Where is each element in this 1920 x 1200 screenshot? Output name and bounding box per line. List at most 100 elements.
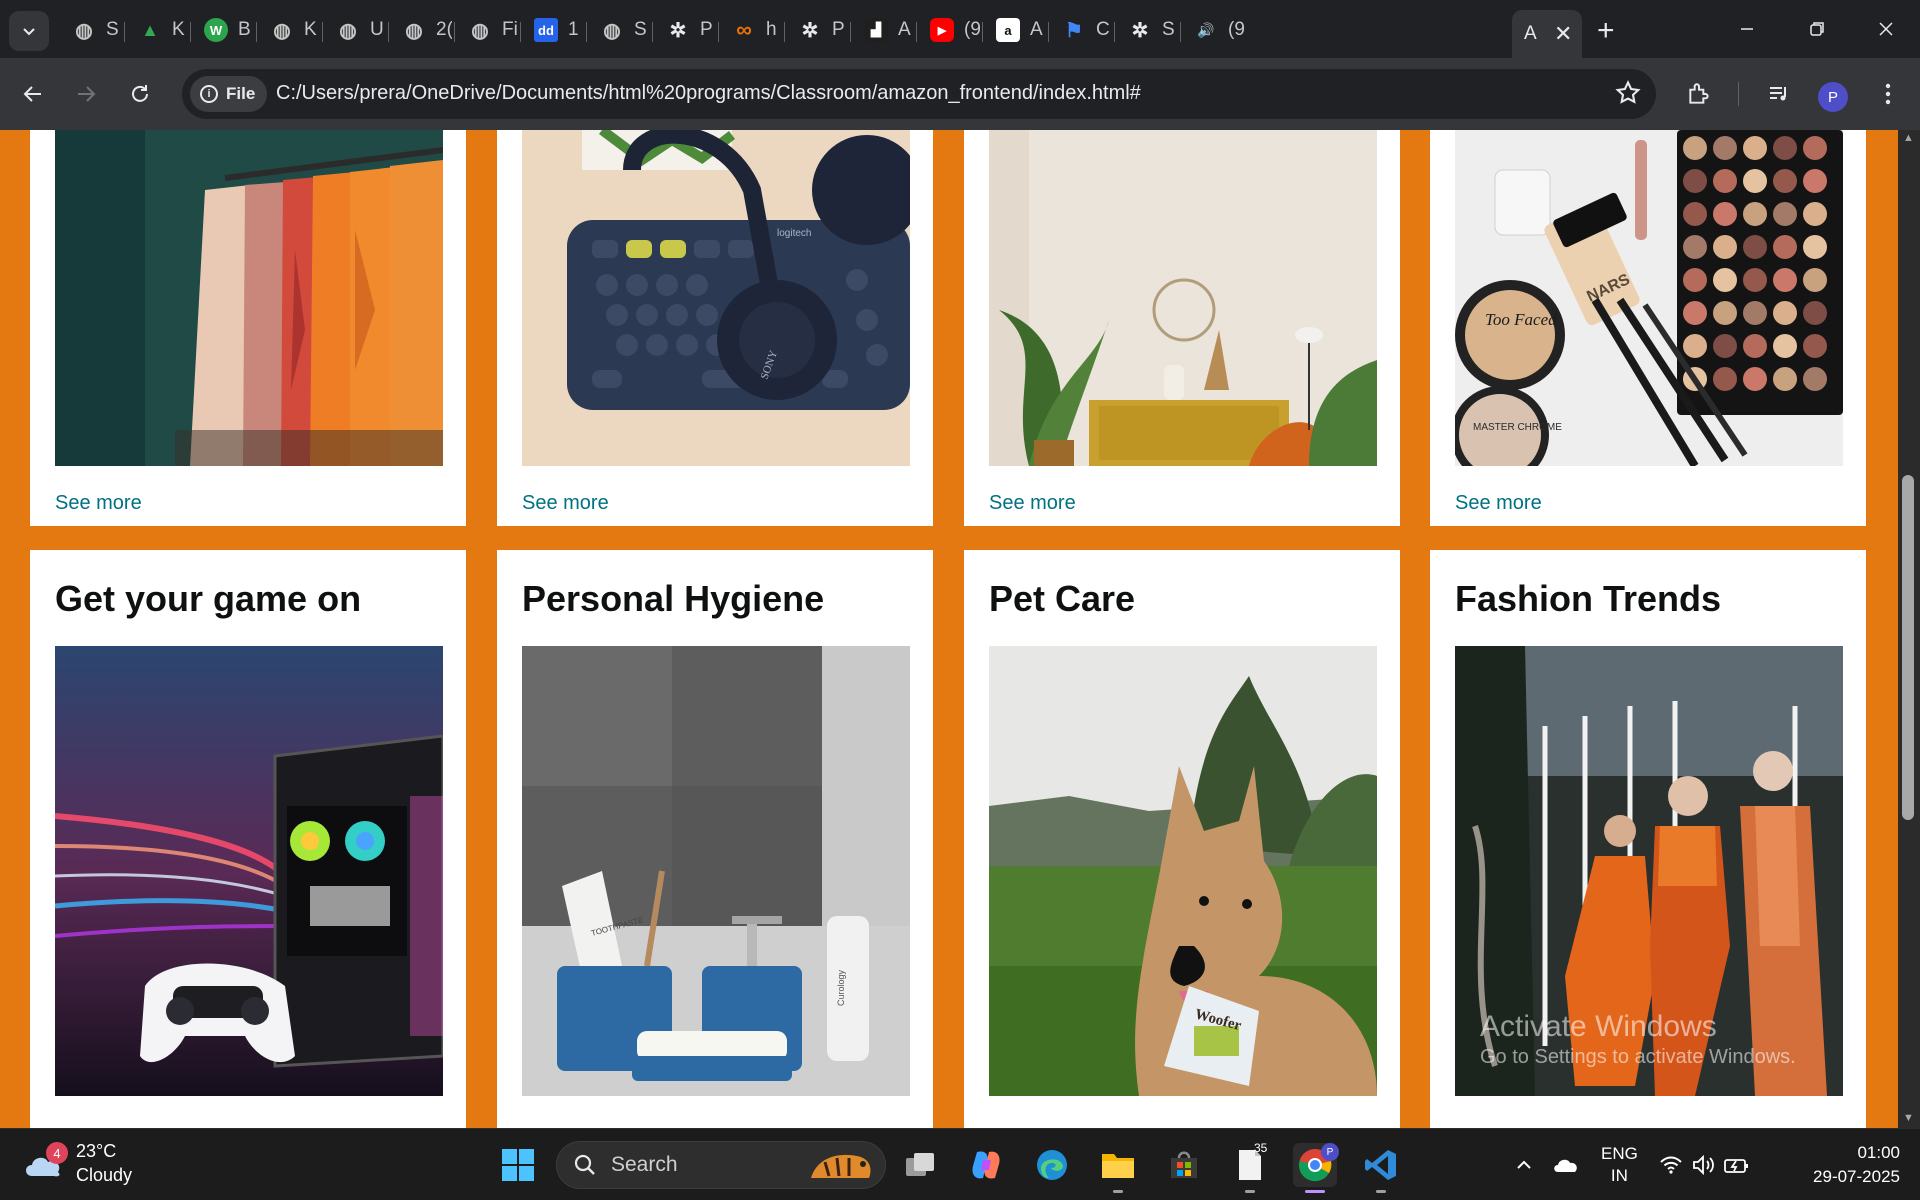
browser-tab[interactable]: ✲ P — [786, 10, 848, 50]
scrollbar-thumb[interactable] — [1902, 475, 1914, 820]
browser-toolbar: i File C:/Users/prera/OneDrive/Documents… — [0, 58, 1920, 130]
reload-button[interactable] — [122, 76, 158, 112]
see-more-link[interactable]: See more — [989, 492, 1076, 515]
eyeshadow-pan — [1743, 301, 1767, 325]
browser-tab[interactable]: ◍ Fi — [456, 10, 518, 50]
tab-active[interactable]: A ✕ — [1512, 10, 1582, 58]
makeup-palette-photo: Too Faced NARS MASTER CHROME — [1455, 130, 1843, 466]
minimize-button[interactable] — [1727, 12, 1767, 46]
site-info-chip[interactable]: i File — [190, 76, 268, 112]
active-indicator — [1305, 1190, 1325, 1193]
eyeshadow-pan — [1773, 334, 1797, 358]
see-more-link[interactable]: See more — [522, 492, 609, 515]
extensions-button[interactable] — [1681, 76, 1717, 112]
eyeshadow-pan — [1683, 301, 1707, 325]
page-scrollbar[interactable]: ▲ ▼ — [1898, 130, 1920, 1128]
start-button[interactable] — [496, 1143, 540, 1187]
eyeshadow-pan — [1743, 367, 1767, 391]
more-vertical-icon — [1885, 83, 1891, 105]
eyeshadow-pan — [1803, 235, 1827, 259]
bookmark-star-icon[interactable] — [1614, 79, 1642, 107]
system-clock[interactable]: 01:00 29-07-2025 — [1788, 1141, 1900, 1189]
notepad-button[interactable]: 35 — [1228, 1141, 1272, 1193]
w-logo-icon: W — [204, 18, 228, 42]
card-title: Personal Hygiene — [522, 578, 825, 619]
browser-tab[interactable]: ▶ (9 — [918, 10, 980, 50]
scroll-down-arrow-icon[interactable]: ▼ — [1903, 1112, 1914, 1124]
taskbar-search-box[interactable]: Search — [556, 1141, 886, 1189]
amazon-icon: a — [996, 18, 1020, 42]
back-button[interactable] — [15, 76, 51, 112]
onedrive-cloud-icon[interactable] — [1553, 1156, 1579, 1174]
tab-separator — [388, 22, 389, 42]
browser-tab[interactable]: ✲ P — [654, 10, 716, 50]
new-tab-button[interactable]: + — [1597, 14, 1615, 48]
browser-tab[interactable]: ▲ K — [126, 10, 188, 50]
copilot-button[interactable] — [964, 1143, 1008, 1187]
browser-tab[interactable]: ◍ S — [60, 10, 122, 50]
language-indicator[interactable]: ENG IN — [1601, 1143, 1638, 1187]
eyeshadow-pan — [1713, 334, 1737, 358]
tab-separator — [322, 22, 323, 42]
tab-title: S — [1162, 19, 1175, 40]
see-more-link[interactable]: See more — [1455, 492, 1542, 515]
browser-tab[interactable]: ✲ S — [1116, 10, 1178, 50]
vscode-button[interactable] — [1359, 1143, 1403, 1193]
tab-separator — [586, 22, 587, 42]
profile-avatar[interactable]: P — [1818, 82, 1848, 112]
tab-separator — [190, 22, 191, 42]
url-text[interactable]: C:/Users/prera/OneDrive/Documents/html%2… — [276, 82, 1141, 105]
media-controls-button[interactable] — [1761, 76, 1797, 112]
eyeshadow-pan — [1743, 169, 1767, 193]
youtube-icon: ▶ — [930, 18, 954, 42]
see-more-link[interactable]: See more — [55, 492, 142, 515]
wifi-icon[interactable] — [1660, 1156, 1682, 1174]
eyeshadow-pan — [1743, 235, 1767, 259]
eyeshadow-pan — [1803, 301, 1827, 325]
browser-tab[interactable]: dd 1 — [522, 10, 584, 50]
browser-menu-button[interactable] — [1870, 76, 1906, 112]
restore-button[interactable] — [1797, 12, 1837, 46]
edge-button[interactable] — [1030, 1143, 1074, 1187]
browser-tab[interactable]: ⚑ C — [1050, 10, 1112, 50]
battery-charging-icon[interactable] — [1723, 1156, 1750, 1174]
browser-tab[interactable]: WB — [192, 10, 254, 50]
tiger-highlight-icon — [811, 1154, 871, 1178]
minimize-icon — [1741, 28, 1753, 30]
tab-separator — [454, 22, 455, 42]
tab-separator — [652, 22, 653, 42]
browser-tab[interactable]: ▟ A — [852, 10, 914, 50]
chrome-button[interactable]: P — [1293, 1143, 1339, 1193]
browser-tab[interactable]: ◍ U — [324, 10, 386, 50]
forward-button[interactable] — [68, 76, 104, 112]
browser-tab[interactable]: ◍ K — [258, 10, 320, 50]
vscode-icon — [1365, 1150, 1396, 1180]
chevron-up-icon[interactable] — [1515, 1156, 1533, 1174]
tab-title: A — [1030, 19, 1043, 40]
microsoft-store-button[interactable] — [1162, 1143, 1206, 1187]
drive-icon: ▲ — [141, 19, 159, 40]
compact-brand-text: Too Faced — [1485, 310, 1557, 329]
browser-tab[interactable]: 🔊 (9 — [1182, 10, 1244, 50]
tab-separator — [1180, 22, 1181, 42]
browser-tab[interactable]: aA — [984, 10, 1046, 50]
browser-tab[interactable]: ∞ h — [720, 10, 782, 50]
tab-search-button[interactable] — [9, 11, 49, 51]
volume-icon[interactable] — [1692, 1155, 1716, 1175]
scroll-up-arrow-icon[interactable]: ▲ — [1903, 132, 1914, 144]
task-view-button[interactable] — [899, 1143, 943, 1187]
close-icon[interactable]: ✕ — [1554, 21, 1572, 47]
search-placeholder: Search — [611, 1153, 678, 1176]
file-explorer-button[interactable] — [1096, 1143, 1140, 1193]
close-window-button[interactable] — [1866, 12, 1906, 46]
site-chip-label: File — [226, 84, 256, 103]
tab-title: (9 — [964, 19, 980, 40]
browser-tab[interactable]: ◍ S — [588, 10, 650, 50]
weather-widget[interactable]: 4 23°C Cloudy — [24, 1139, 132, 1187]
notepad-count-badge: 35 — [1254, 1141, 1268, 1155]
address-bar[interactable]: i File C:/Users/prera/OneDrive/Documents… — [182, 69, 1656, 119]
page-viewport: See more logitech SONY See more See more… — [0, 130, 1898, 1128]
eyeshadow-pan — [1773, 367, 1797, 391]
browser-tab[interactable]: ◍ 2( — [390, 10, 452, 50]
globe-icon: ◍ — [603, 19, 621, 42]
